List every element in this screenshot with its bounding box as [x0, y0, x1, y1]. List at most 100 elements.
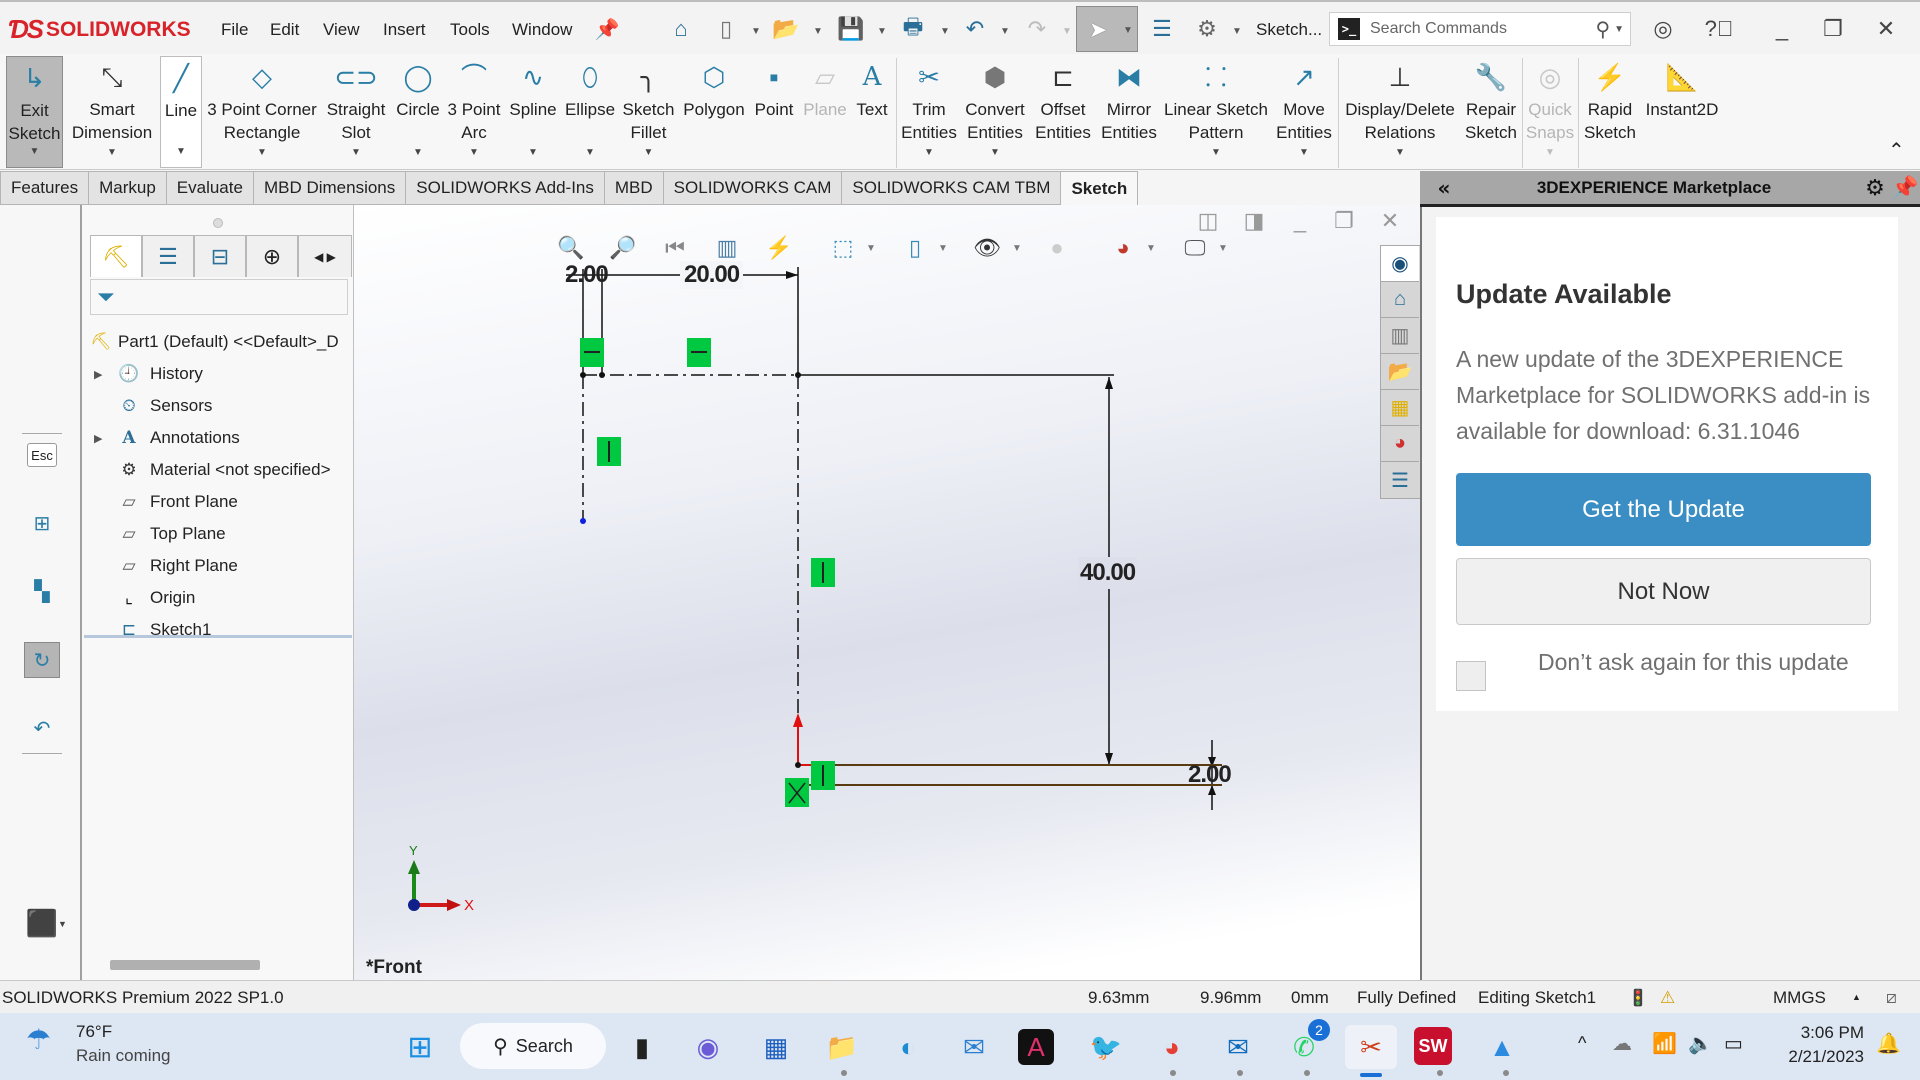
weather-desc[interactable]: Rain coming	[76, 1046, 171, 1066]
save-icon[interactable]: 💾	[834, 12, 868, 46]
notifications-bell-icon[interactable]: 🔔	[1876, 1031, 1901, 1056]
volume-icon[interactable]: 🔈	[1688, 1031, 1713, 1056]
dimension-20-width[interactable]: 20.00	[680, 261, 744, 289]
onedrive-error-icon[interactable]: ☁	[1612, 1031, 1632, 1056]
rollback-bar[interactable]	[84, 635, 352, 638]
dimxpert-tab-icon[interactable]: ⊕	[246, 235, 298, 277]
view-settings-dropdown-icon[interactable]: ▼	[1218, 243, 1228, 254]
tree-item-sensors[interactable]: ⏲ Sensors	[94, 391, 212, 421]
options-dropdown-icon[interactable]: ▼	[1232, 26, 1242, 37]
display-style-icon[interactable]: ▯	[898, 231, 932, 265]
microsoft-store-icon[interactable]: ▦	[754, 1025, 798, 1069]
view-orientation-dropdown-icon[interactable]: ▼	[58, 919, 67, 929]
rebuild-traffic-light-icon[interactable]: 🚦	[1628, 988, 1648, 1008]
solidworks-logo[interactable]: ƊS SOLIDWORKS	[8, 14, 191, 45]
dropdown-icon[interactable]: ▼	[1211, 141, 1221, 164]
apply-scene-dropdown-icon[interactable]: ▼	[1146, 243, 1156, 254]
file-explorer-icon[interactable]: 📁	[820, 1025, 864, 1069]
mirror-entities-button[interactable]: ⧓ Mirror Entities	[1098, 56, 1160, 168]
section-view-icon[interactable]: ▥	[710, 231, 744, 265]
adobe-express-icon[interactable]: A	[1018, 1029, 1054, 1065]
line-button[interactable]: ╱ Line ▼	[160, 56, 202, 168]
menu-edit[interactable]: Edit	[270, 20, 299, 40]
tree-item-sketch1[interactable]: ⊏ Sketch1	[94, 615, 212, 645]
file-explorer-folder-icon[interactable]: 📂	[1381, 354, 1419, 390]
shortcut-bar-icon[interactable]: ⊞	[24, 505, 60, 541]
search-dropdown-icon[interactable]: ▼	[1614, 24, 1624, 35]
tree-item-history[interactable]: ▶ 🕘 History	[94, 359, 203, 389]
design-library-icon[interactable]: ▥	[1381, 318, 1419, 354]
view-orientation-cube-icon[interactable]: ⬛	[24, 905, 60, 941]
sketch-dropdown[interactable]: Sketch...	[1256, 20, 1322, 40]
custom-properties-icon[interactable]: ☰	[1381, 462, 1419, 498]
dropdown-icon[interactable]: ▼	[528, 141, 538, 164]
dropdown-icon[interactable]: ▼	[176, 140, 186, 163]
tree-filter[interactable]: ⏷	[90, 279, 348, 315]
tab-sketch[interactable]: Sketch	[1061, 171, 1139, 205]
mail-icon[interactable]: ✉	[952, 1025, 996, 1069]
battery-icon[interactable]: ▭	[1724, 1031, 1743, 1056]
appearances-scenes-icon[interactable]: ◕	[1381, 426, 1419, 462]
clock-date[interactable]: 2/21/2023	[1774, 1047, 1864, 1067]
dropdown-icon[interactable]: ▼	[585, 141, 595, 164]
photos-icon[interactable]: ▲	[1480, 1025, 1524, 1069]
tab-solidworks-cam[interactable]: SOLIDWORKS CAM	[663, 171, 843, 205]
outlook-icon[interactable]: ✉	[1216, 1025, 1260, 1069]
hide-show-dropdown-icon[interactable]: ▼	[1012, 243, 1022, 254]
dropdown-icon[interactable]: ▼	[1395, 141, 1405, 164]
instant2d-button[interactable]: 📐 Instant2D	[1642, 56, 1722, 168]
expand-arrow-icon[interactable]: ▶	[94, 432, 106, 445]
pin-icon[interactable]: 📌	[1890, 175, 1920, 201]
horizontal-scrollbar[interactable]	[110, 960, 260, 970]
repair-sketch-button[interactable]: 🔧 Repair Sketch	[1462, 56, 1520, 168]
dropdown-icon[interactable]: ▼	[107, 141, 117, 164]
zoom-to-area-icon[interactable]: 🔎	[606, 231, 640, 265]
linear-sketch-pattern-button[interactable]: ⸬ Linear Sketch Pattern ▼	[1164, 56, 1268, 168]
text-button[interactable]: A Text	[852, 56, 892, 168]
menu-insert[interactable]: Insert	[383, 20, 426, 40]
select-filter-icon[interactable]: ▚	[24, 573, 60, 609]
tree-item-origin[interactable]: ⌞ Origin	[94, 583, 195, 613]
minimize-button[interactable]: _	[1762, 12, 1802, 46]
exit-sketch-button[interactable]: ↳ Exit Sketch ▼	[6, 56, 63, 168]
tile-left-icon[interactable]: ◫	[1190, 203, 1226, 239]
circle-button[interactable]: ◯ Circle ▼	[393, 56, 443, 168]
home-icon[interactable]: ⌂	[662, 12, 700, 46]
taskbar-search[interactable]: ⚲ Search	[460, 1023, 606, 1069]
dont-ask-again-checkbox[interactable]	[1456, 661, 1486, 691]
print-dropdown-icon[interactable]: ▼	[940, 26, 950, 37]
search-icon[interactable]: ⚲	[1595, 17, 1610, 42]
solidworks-2022-icon[interactable]: SW	[1414, 1027, 1452, 1065]
dont-ask-again-row[interactable]: Don’t ask again for this update	[1456, 649, 1849, 691]
convert-entities-button[interactable]: ⬢ Convert Entities ▼	[962, 56, 1028, 168]
dropdown-icon[interactable]: ▼	[924, 141, 934, 164]
new-dropdown-icon[interactable]: ▼	[751, 26, 761, 37]
three-point-arc-button[interactable]: ⌒ 3 Point Arc ▼	[446, 56, 502, 168]
customize-status-icon[interactable]: ⧄	[1886, 988, 1897, 1008]
open-icon[interactable]: 📂	[768, 12, 804, 46]
smart-dimension-button[interactable]: ⤡ Smart Dimension ▼	[68, 56, 156, 168]
tree-root-part[interactable]: ⛏ Part1 (Default) <<Default>_D	[86, 327, 338, 357]
new-document-icon[interactable]: ▯	[710, 12, 742, 46]
view-orientation-icon[interactable]: ⬚	[826, 231, 860, 265]
display-style-dropdown-icon[interactable]: ▼	[938, 243, 948, 254]
collapse-panel-icon[interactable]: «	[1420, 176, 1468, 200]
twitter-icon[interactable]: 🐦	[1084, 1025, 1128, 1069]
menu-view[interactable]: View	[323, 20, 360, 40]
close-button[interactable]: ✕	[1866, 12, 1906, 46]
move-entities-button[interactable]: ↗ Move Entities ▼	[1272, 56, 1336, 168]
configurationmanager-tab-icon[interactable]: ⊟	[194, 235, 246, 277]
get-update-button[interactable]: Get the Update	[1456, 473, 1871, 546]
gear-icon[interactable]: ⚙	[1190, 12, 1224, 46]
sketch-fillet-button[interactable]: ╮ Sketch Fillet ▼	[620, 56, 677, 168]
collapse-ribbon-icon[interactable]: ⌃	[1888, 138, 1905, 163]
spline-button[interactable]: ∿ Spline ▼	[506, 56, 560, 168]
undo-icon[interactable]: ↶	[958, 12, 992, 46]
straight-slot-button[interactable]: ⊂⊃ Straight Slot ▼	[323, 56, 389, 168]
tab-scroll-arrows[interactable]: ◀ ▶	[298, 235, 352, 277]
tab-solidworks-cam-tbm[interactable]: SOLIDWORKS CAM TBM	[842, 171, 1062, 205]
ellipse-button[interactable]: ⬯ Ellipse ▼	[563, 56, 617, 168]
display-delete-relations-button[interactable]: ⊥ Display/Delete Relations ▼	[1342, 56, 1458, 168]
gear-icon[interactable]: ⚙	[1860, 175, 1890, 201]
tree-item-front-plane[interactable]: ▱ Front Plane	[94, 487, 237, 517]
